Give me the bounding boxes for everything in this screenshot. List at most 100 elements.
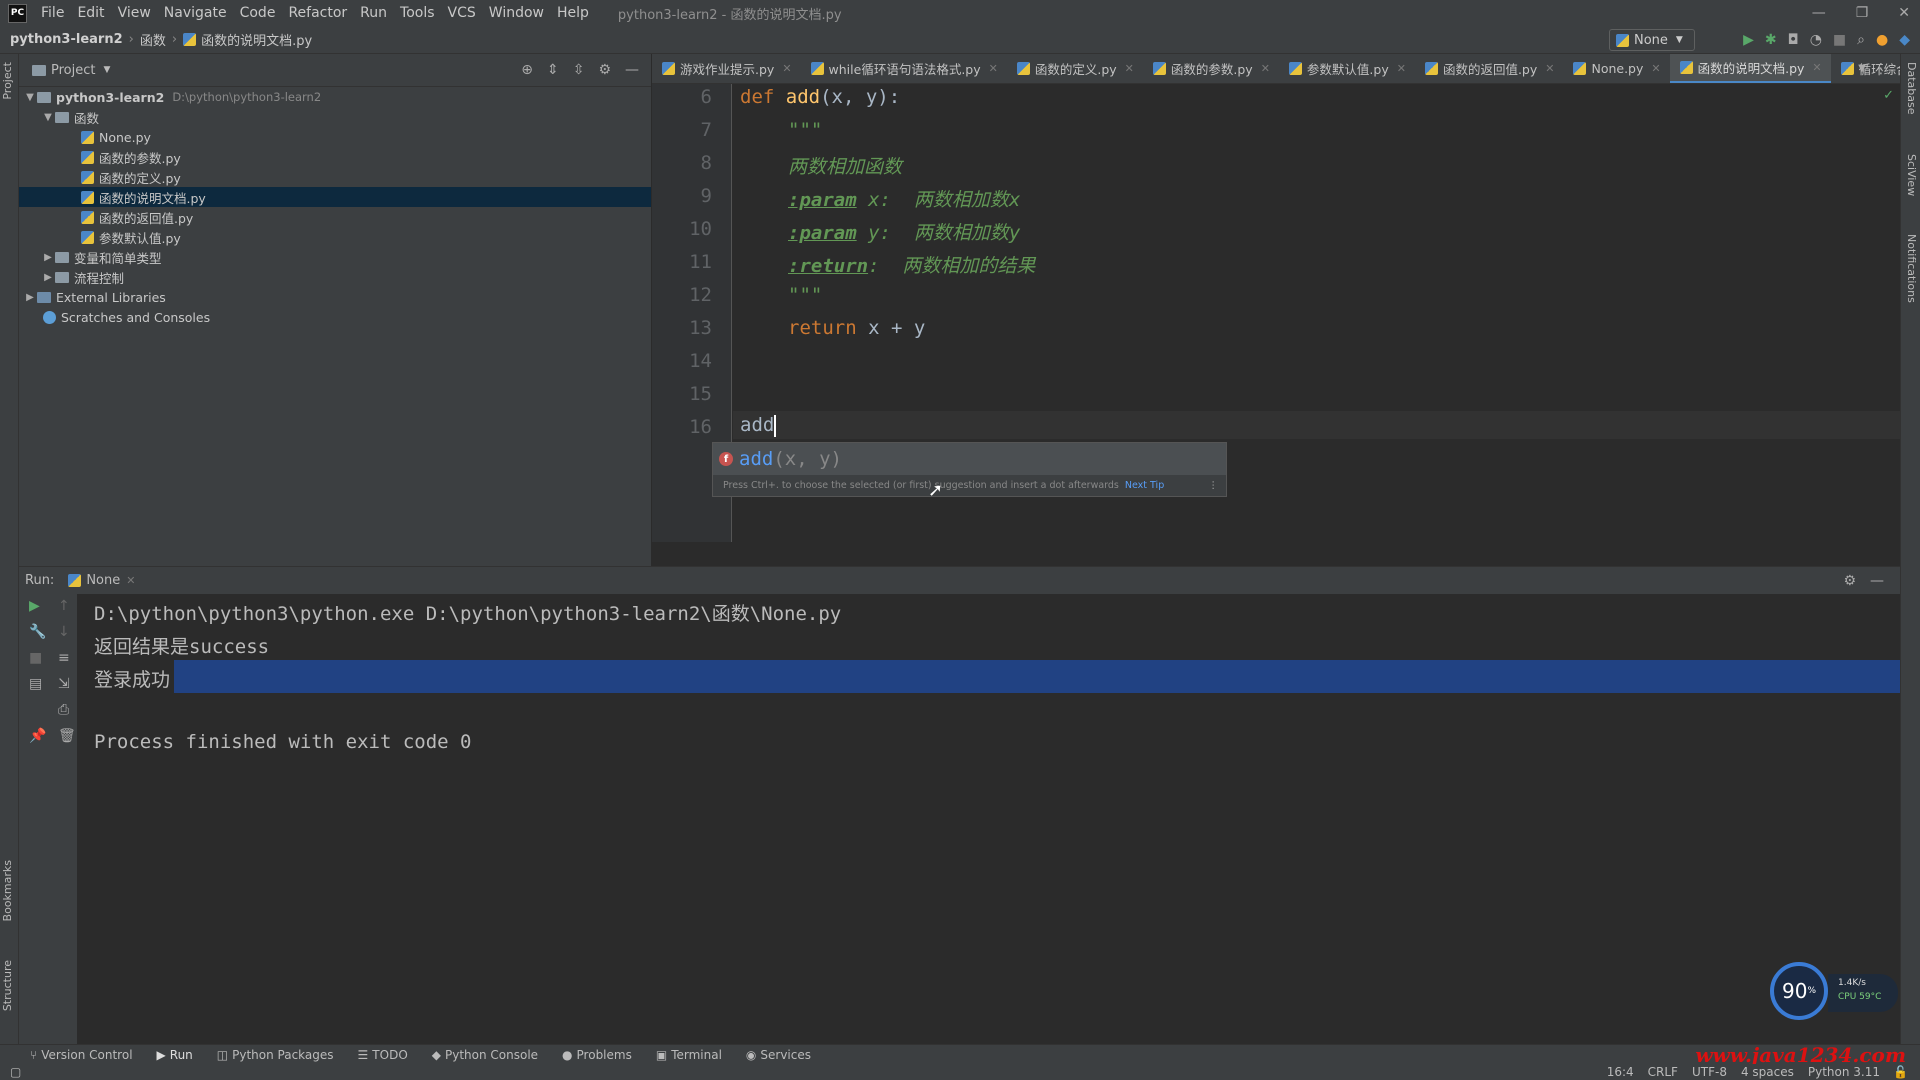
layout-icon[interactable]: ▤ xyxy=(29,676,42,692)
python-interpreter[interactable]: Python 3.11 xyxy=(1808,1065,1880,1079)
collapse-all-icon[interactable]: ⇳ xyxy=(573,62,585,78)
scroll-up-icon[interactable]: ↑ xyxy=(58,598,70,614)
database-tool-tab[interactable]: Database xyxy=(1905,62,1918,115)
menu-refactor[interactable]: Refactor xyxy=(288,5,347,21)
chevron-down-icon[interactable]: ▼ xyxy=(41,112,55,123)
stop-icon[interactable]: ■ xyxy=(29,650,42,666)
close-tab-icon[interactable]: ✕ xyxy=(1261,62,1270,75)
breadcrumb-folder[interactable]: 函数 xyxy=(140,30,166,49)
run-console[interactable]: D:\python\python3\python.exe D:\python\p… xyxy=(77,594,1900,1044)
tree-item-file[interactable]: 函数的返回值.py xyxy=(19,207,651,227)
status-layout-icon[interactable]: ▢ xyxy=(10,1065,21,1079)
menu-window[interactable]: Window xyxy=(489,5,544,21)
completion-item[interactable]: f add (x, y) xyxy=(713,443,1226,475)
menu-code[interactable]: Code xyxy=(240,5,276,21)
run-tab-none[interactable]: None xyxy=(86,573,120,588)
stop-icon[interactable]: ■ xyxy=(1833,32,1846,48)
wrench-icon[interactable]: 🔧 xyxy=(29,624,46,640)
hide-icon[interactable]: — xyxy=(1870,573,1884,589)
tree-item-file-selected[interactable]: 函数的说明文档.py xyxy=(19,187,651,207)
editor-tab[interactable]: 函数的返回值.py ✕ xyxy=(1415,54,1564,83)
next-tip-link[interactable]: Next Tip xyxy=(1125,480,1164,491)
breadcrumb-project[interactable]: python3-learn2 xyxy=(10,32,123,47)
structure-tool-tab[interactable]: Structure xyxy=(1,960,14,1011)
menu-file[interactable]: File xyxy=(41,5,64,21)
chevron-down-icon[interactable]: ▼ xyxy=(23,92,37,103)
menu-tools[interactable]: Tools xyxy=(400,5,435,21)
problems-button[interactable]: ● Problems xyxy=(562,1048,632,1062)
chevron-down-icon[interactable]: ▼ xyxy=(103,65,110,75)
file-encoding[interactable]: UTF-8 xyxy=(1692,1065,1727,1079)
close-tab-icon[interactable]: ✕ xyxy=(1125,62,1134,75)
minimize-icon[interactable]: — xyxy=(1812,5,1826,21)
editor-tab[interactable]: while循环语句语法格式.py ✕ xyxy=(801,54,1007,83)
tree-item-file[interactable]: 函数的定义.py xyxy=(19,167,651,187)
tree-item-file[interactable]: 函数的参数.py xyxy=(19,147,651,167)
chevron-right-icon[interactable]: ▶ xyxy=(41,252,55,263)
coverage-icon[interactable]: ◘ xyxy=(1788,32,1799,48)
tree-item-file[interactable]: None.py xyxy=(19,127,651,147)
line-separator[interactable]: CRLF xyxy=(1648,1065,1678,1079)
notifications-tool-tab[interactable]: Notifications xyxy=(1905,234,1918,303)
trash-icon[interactable]: 🗑 xyxy=(58,728,76,744)
more-icon[interactable]: ⋮ xyxy=(1874,61,1888,77)
indent-setting[interactable]: 4 spaces xyxy=(1741,1065,1794,1079)
menu-help[interactable]: Help xyxy=(557,5,589,21)
update-icon[interactable]: ● xyxy=(1876,32,1888,48)
tab-list-chevron-icon[interactable]: ▼ xyxy=(1858,63,1866,74)
tree-item-folder[interactable]: ▼ 函数 xyxy=(19,107,651,127)
todo-button[interactable]: ☰ TODO xyxy=(358,1048,408,1062)
hide-icon[interactable]: — xyxy=(625,62,639,78)
menu-vcs[interactable]: VCS xyxy=(448,5,476,21)
tree-item-root[interactable]: ▼ python3-learn2 D:\python\python3-learn… xyxy=(19,87,651,107)
expand-all-icon[interactable]: ⇕ xyxy=(547,62,559,78)
gear-icon[interactable]: ⚙ xyxy=(1843,573,1856,589)
tree-item-scratches[interactable]: Scratches and Consoles xyxy=(19,307,651,327)
close-tab-icon[interactable]: ✕ xyxy=(126,574,135,587)
chevron-right-icon[interactable]: ▶ xyxy=(23,292,37,303)
editor-tab[interactable]: 游戏作业提示.py ✕ xyxy=(652,54,801,83)
lock-icon[interactable]: 🔓 xyxy=(1893,1065,1908,1079)
close-tab-icon[interactable]: ✕ xyxy=(1545,62,1554,75)
editor-tab[interactable]: 参数默认值.py ✕ xyxy=(1279,54,1415,83)
menu-run[interactable]: Run xyxy=(360,5,387,21)
menu-view[interactable]: View xyxy=(118,5,151,21)
caret-position[interactable]: 16:4 xyxy=(1607,1065,1634,1079)
editor-tab[interactable]: 函数的定义.py ✕ xyxy=(1007,54,1143,83)
run-config-select[interactable]: None ▼ xyxy=(1609,29,1695,51)
more-icon[interactable]: ⋮ xyxy=(1209,480,1219,491)
close-tab-icon[interactable]: ✕ xyxy=(1651,62,1660,75)
run-icon[interactable]: ▶ xyxy=(1743,32,1754,48)
run-tool-button[interactable]: ▶ Run xyxy=(157,1048,193,1062)
close-icon[interactable]: ✕ xyxy=(1898,5,1910,21)
chevron-right-icon[interactable]: ▶ xyxy=(41,272,55,283)
gear-icon[interactable]: ⚙ xyxy=(598,62,611,78)
tree-item-folder[interactable]: ▶ 变量和简单类型 xyxy=(19,247,651,267)
search-icon[interactable]: ⌕ xyxy=(1857,32,1865,48)
python-packages-button[interactable]: ◫ Python Packages xyxy=(217,1048,334,1062)
tree-item-external-libraries[interactable]: ▶ External Libraries xyxy=(19,287,651,307)
project-panel-title[interactable]: Project xyxy=(51,63,95,78)
menu-edit[interactable]: Edit xyxy=(77,5,104,21)
profile-icon[interactable]: ◔ xyxy=(1810,32,1822,48)
services-button[interactable]: ◉ Services xyxy=(746,1048,811,1062)
breadcrumb-file[interactable]: 函数的说明文档.py xyxy=(201,30,312,49)
rerun-icon[interactable]: ▶ xyxy=(29,598,40,614)
close-tab-icon[interactable]: ✕ xyxy=(1812,61,1821,74)
print-icon[interactable]: ⎙ xyxy=(58,702,69,718)
scroll-down-icon[interactable]: ↓ xyxy=(58,624,70,640)
project-tool-tab[interactable]: Project xyxy=(1,62,14,100)
python-console-button[interactable]: ◆ Python Console xyxy=(432,1048,538,1062)
soft-wrap-icon[interactable]: ≡ xyxy=(58,650,70,666)
bookmarks-tool-tab[interactable]: Bookmarks xyxy=(1,860,14,921)
close-tab-icon[interactable]: ✕ xyxy=(782,62,791,75)
editor-tab[interactable]: 函数的参数.py ✕ xyxy=(1143,54,1279,83)
sciview-tool-tab[interactable]: SciView xyxy=(1905,154,1918,196)
debug-icon[interactable]: ✱ xyxy=(1765,32,1777,48)
close-tab-icon[interactable]: ✕ xyxy=(1397,62,1406,75)
editor-tab[interactable]: None.py ✕ xyxy=(1563,54,1669,83)
close-tab-icon[interactable]: ✕ xyxy=(989,62,998,75)
scroll-to-end-icon[interactable]: ⇲ xyxy=(58,676,70,692)
terminal-button[interactable]: ▣ Terminal xyxy=(656,1048,722,1062)
menu-navigate[interactable]: Navigate xyxy=(164,5,227,21)
